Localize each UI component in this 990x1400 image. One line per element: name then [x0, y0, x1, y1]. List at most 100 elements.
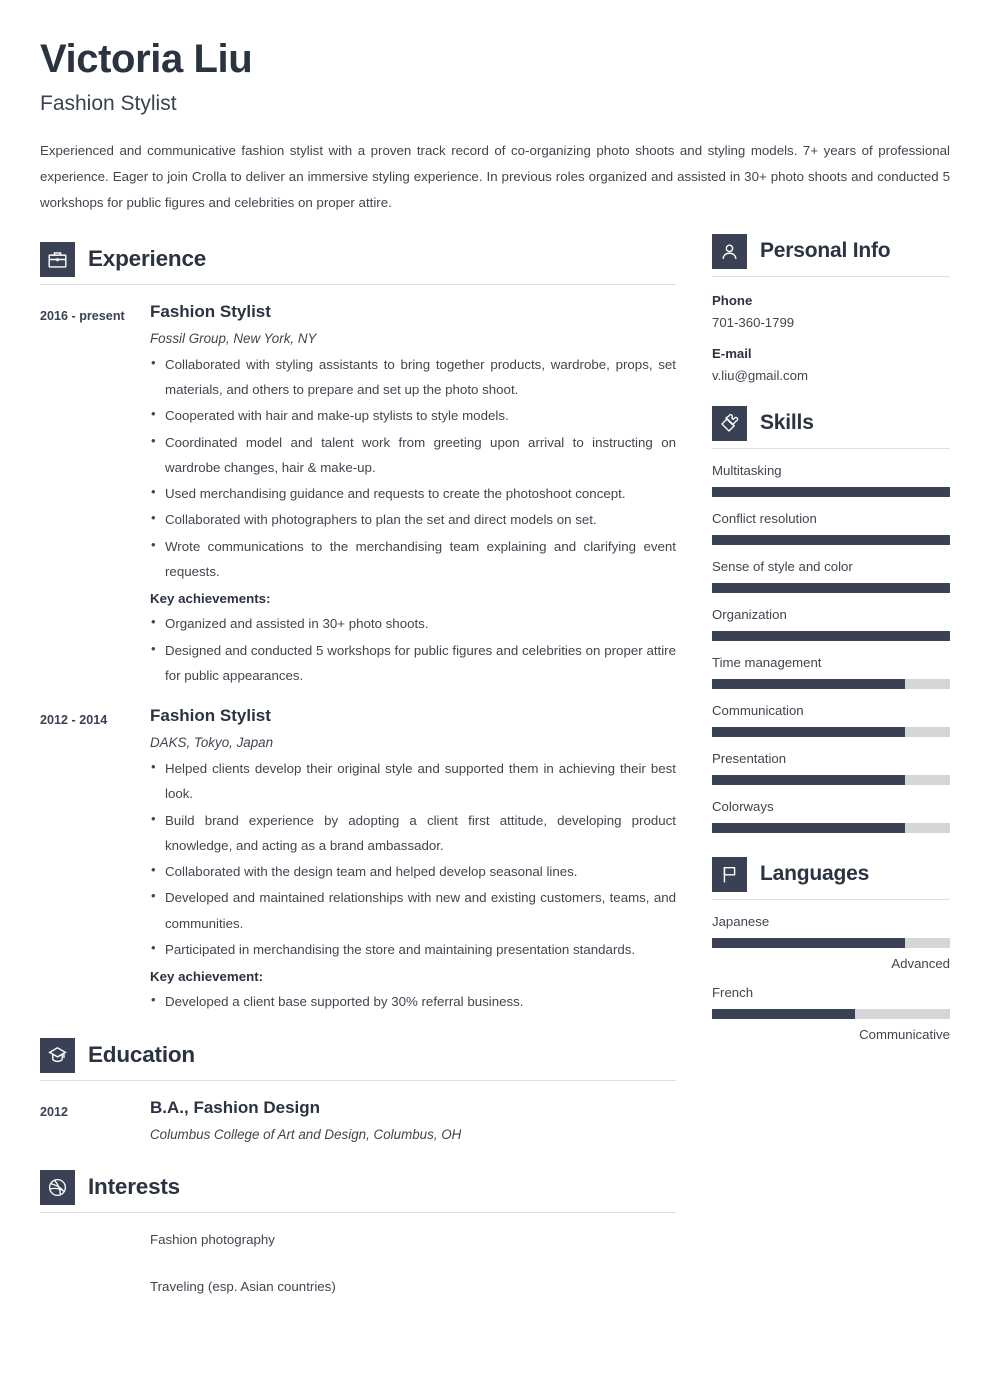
section-title: Experience: [88, 246, 207, 272]
skill-bar-fill: [712, 774, 905, 785]
skill-item: Multitasking: [712, 463, 950, 497]
bullet-item: Participated in merchandising the store …: [150, 936, 676, 962]
interest-item: Fashion photography: [150, 1231, 275, 1247]
language-bar-track: [712, 937, 950, 948]
divider: [40, 283, 676, 285]
entry-bullets: Helped clients develop their original st…: [150, 755, 676, 962]
skill-name: Conflict resolution: [712, 510, 817, 526]
experience-entry: 2016 - present Fashion Stylist Fossil Gr…: [40, 302, 676, 689]
skill-name: Communication: [712, 702, 804, 718]
skill-bar-fill: [712, 486, 950, 497]
skill-name: Time management: [712, 654, 822, 670]
puzzle-piece-icon: [712, 405, 747, 441]
info-value-phone[interactable]: 701-360-1799: [712, 315, 950, 330]
bullet-item: Collaborated with styling assistants to …: [150, 351, 676, 403]
resume-page: Victoria Liu Fashion Stylist Experienced…: [0, 0, 990, 1400]
skill-bar-fill: [712, 582, 950, 593]
divider: [40, 1079, 676, 1081]
flag-icon: [712, 856, 747, 892]
skill-bar-track: [712, 534, 950, 545]
info-value-email[interactable]: v.liu@gmail.com: [712, 368, 950, 383]
language-bar-fill: [712, 937, 905, 948]
skill-item: Conflict resolution: [712, 511, 950, 545]
bullet-item: Build brand experience by adopting a cli…: [150, 807, 676, 859]
entry-title: Fashion Stylist: [150, 301, 271, 321]
dribbble-ball-icon: [40, 1169, 75, 1205]
skill-item: Colorways: [712, 799, 950, 833]
skill-bar-fill: [712, 630, 950, 641]
skills-heading: Skills: [712, 405, 950, 448]
skill-bar-track: [712, 774, 950, 785]
skill-item: Presentation: [712, 751, 950, 785]
achievements-label: Key achievements:: [150, 591, 271, 607]
languages-heading: Languages: [712, 856, 950, 899]
entry-degree: B.A., Fashion Design: [150, 1097, 321, 1117]
interest-item: Traveling (esp. Asian countries): [150, 1278, 336, 1294]
achievement-item: Organized and assisted in 30+ photo shoo…: [150, 610, 676, 636]
entry-school: Columbus College of Art and Design, Colu…: [150, 1126, 462, 1142]
section-title: Interests: [88, 1174, 180, 1200]
bullet-item: Helped clients develop their original st…: [150, 755, 676, 807]
language-name: French: [712, 984, 754, 1000]
achievement-item: Designed and conducted 5 workshops for p…: [150, 637, 676, 689]
personal-info-heading: Personal Info: [712, 233, 950, 276]
info-label-phone: Phone: [712, 292, 753, 308]
interests-section: Interests Fashion photography Traveling …: [40, 1169, 676, 1300]
language-name: Japanese: [712, 913, 770, 929]
briefcase-icon: [40, 241, 75, 277]
languages-section: Languages Japanese Advanced French Commu…: [712, 856, 950, 1042]
sidebar-column: Personal Info Phone 701-360-1799 E-mail …: [712, 233, 950, 1042]
skill-name: Presentation: [712, 750, 787, 766]
skill-bar-track: [712, 582, 950, 593]
graduation-cap-icon: [40, 1037, 75, 1073]
skill-name: Sense of style and color: [712, 558, 853, 574]
language-item: Japanese Advanced: [712, 914, 950, 971]
skills-section: Skills Multitasking Conflict resolution: [712, 405, 950, 833]
entry-title: Fashion Stylist: [150, 706, 271, 726]
experience-heading: Experience: [40, 241, 676, 284]
entry-date: 2016 - present: [40, 308, 125, 323]
skill-item: Communication: [712, 703, 950, 737]
bullet-item: Cooperated with hair and make-up stylist…: [150, 402, 676, 428]
section-title: Languages: [760, 862, 870, 886]
skill-name: Multitasking: [712, 462, 782, 478]
skill-bar-fill: [712, 726, 905, 737]
entry-achievements: Developed a client base supported by 30%…: [150, 988, 676, 1014]
divider: [712, 447, 950, 449]
language-proficiency: Communicative: [859, 1026, 950, 1042]
skill-item: Time management: [712, 655, 950, 689]
interests-heading: Interests: [40, 1169, 676, 1212]
language-proficiency: Advanced: [891, 955, 950, 971]
bullet-item: Collaborated with photographers to plan …: [150, 506, 676, 532]
language-item: French Communicative: [712, 985, 950, 1042]
entry-company: Fossil Group, New York, NY: [150, 330, 317, 346]
language-bar-fill: [712, 1008, 855, 1019]
candidate-job-title: Fashion Stylist: [40, 92, 177, 115]
skill-bar-fill: [712, 822, 905, 833]
divider: [712, 898, 950, 900]
skill-name: Colorways: [712, 798, 774, 814]
achievement-item: Developed a client base supported by 30%…: [150, 988, 676, 1014]
bullet-item: Developed and maintained relationships w…: [150, 884, 676, 936]
skill-bar-track: [712, 822, 950, 833]
achievements-label: Key achievement:: [150, 969, 264, 985]
education-heading: Education: [40, 1037, 676, 1080]
resume-header: Victoria Liu Fashion Stylist Experienced…: [40, 38, 950, 216]
main-column: Experience 2016 - present Fashion Stylis…: [40, 234, 676, 1299]
candidate-name: Victoria Liu: [40, 37, 253, 81]
section-title: Skills: [760, 411, 814, 435]
entry-date: 2012 - 2014: [40, 713, 108, 728]
personal-info-section: Personal Info Phone 701-360-1799 E-mail …: [712, 233, 950, 383]
skill-bar-fill: [712, 534, 950, 545]
bullet-item: Coordinated model and talent work from g…: [150, 429, 676, 481]
bullet-item: Used merchandising guidance and requests…: [150, 480, 676, 506]
info-label-email: E-mail: [712, 345, 752, 361]
entry-achievements: Organized and assisted in 30+ photo shoo…: [150, 610, 676, 689]
bullet-item: Wrote communications to the merchandisin…: [150, 533, 676, 585]
education-section: Education 2012 B.A., Fashion Design Colu…: [40, 1037, 676, 1148]
divider: [712, 275, 950, 277]
skill-item: Sense of style and color: [712, 559, 950, 593]
section-title: Personal Info: [760, 239, 891, 263]
skill-bar-fill: [712, 678, 905, 689]
education-entry: 2012 B.A., Fashion Design Columbus Colle…: [40, 1098, 676, 1148]
